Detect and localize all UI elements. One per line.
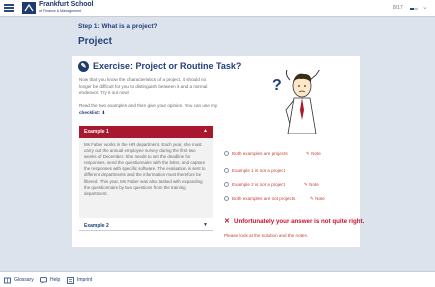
caret-down-icon: ▼: [203, 222, 208, 228]
pencil-icon: ✎: [310, 196, 314, 201]
help-chat-icon: [40, 276, 47, 283]
footer-help[interactable]: Help: [50, 277, 60, 283]
exercise-icon: ✎: [78, 61, 89, 72]
download-icon: ⬇: [101, 109, 106, 115]
radio-button[interactable]: [224, 168, 229, 173]
page-counter: 8/17: [393, 5, 403, 11]
logo-subtitle: of Finance & Management: [39, 9, 82, 13]
pencil-icon: ✎: [304, 182, 308, 187]
note-link[interactable]: ✎ Note: [304, 182, 319, 188]
chevron-down-icon[interactable]: ⌄: [422, 3, 428, 11]
logo-icon: [22, 2, 36, 14]
accordion-example-1-header[interactable]: Example 1 ▲: [79, 126, 213, 138]
exercise-title: Exercise: Project or Routine Task?: [93, 61, 242, 71]
option-example1-not-project[interactable]: Example 1 is not a project: [224, 167, 354, 175]
option-both-projects[interactable]: Both examples are projects ✎ Note: [224, 150, 354, 158]
radio-button[interactable]: [224, 151, 229, 156]
read-instruction: Read the two examples and then give your…: [79, 103, 219, 116]
option-example2-not-project[interactable]: Example 2 is not a project ✎ Note: [224, 181, 354, 189]
read-text: Read the two examples and then give your…: [79, 103, 218, 108]
accordion-example-2-header[interactable]: Example 2 ▼: [79, 221, 213, 231]
bottom-bar: Glossary Help Imprint: [0, 271, 435, 287]
footer-imprint[interactable]: Imprint: [77, 277, 92, 283]
option-label: Both examples are projects: [232, 151, 288, 156]
svg-text:?: ?: [272, 77, 282, 94]
note-link[interactable]: ✎ Note: [310, 196, 325, 202]
option-label: Example 2 is not a project: [232, 182, 285, 187]
accordion-example-1-label: Example 1: [84, 129, 109, 135]
book-icon: [4, 277, 11, 283]
accordion-example-2-label: Example 2: [84, 223, 109, 229]
error-x-icon: ✕: [224, 218, 230, 225]
note-link[interactable]: ✎ Note: [306, 151, 321, 157]
step-title: Step 1: What is a project?: [78, 23, 158, 30]
radio-button[interactable]: [224, 196, 229, 201]
checklist-link[interactable]: checklist: ⬇: [79, 110, 105, 115]
caret-up-icon: ▲: [203, 128, 208, 134]
option-label: Both examples are not projects: [232, 196, 296, 201]
feedback-text: Please look at the solution and the note…: [224, 233, 309, 238]
top-bar: Frankfurt School of Finance & Management…: [0, 0, 435, 17]
accordion-example-1-body: Ms Faber works in the HR department. Eac…: [79, 138, 213, 218]
option-both-not-projects[interactable]: Both examples are not projects ✎ Note: [224, 195, 354, 203]
progress-fill: [410, 7, 414, 10]
page-title: Project: [78, 36, 112, 47]
pencil-icon: ✎: [306, 151, 310, 156]
exercise-intro: Now that you know the characteristics of…: [79, 77, 208, 95]
logo-title: Frankfurt School: [39, 1, 94, 8]
option-label: Example 1 is not a project: [232, 168, 285, 173]
feedback-title: Unfortunately your answer is not quite r…: [234, 218, 365, 225]
info-icon: [67, 276, 74, 284]
footer-glossary[interactable]: Glossary: [14, 277, 34, 283]
progress-bar: [410, 7, 418, 10]
menu-icon[interactable]: [4, 4, 14, 12]
radio-button[interactable]: [224, 182, 229, 187]
confused-person-illustration: ?: [272, 70, 320, 134]
